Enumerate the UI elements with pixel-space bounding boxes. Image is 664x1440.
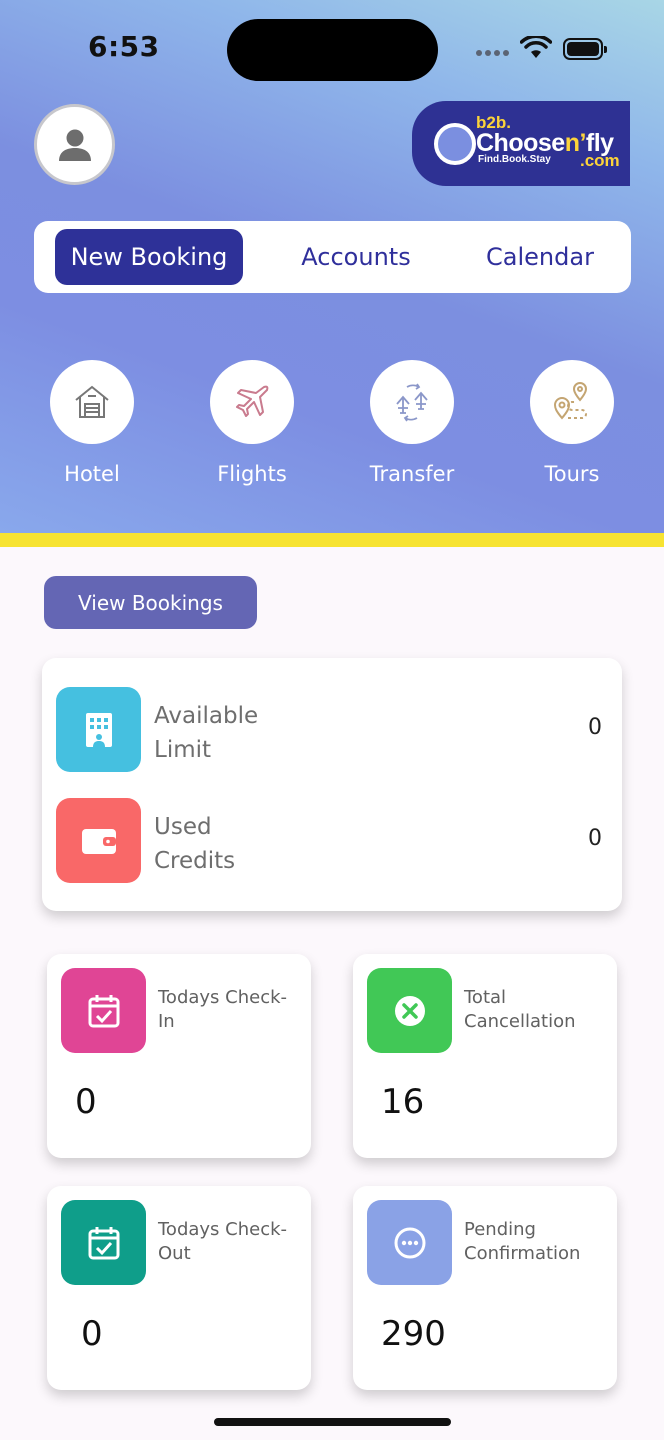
hotel-bubble [50,360,134,444]
service-tours[interactable]: Tours [530,360,614,486]
stat-card-todays-check-out[interactable]: Todays Check-Out 0 [47,1186,311,1390]
available-limit-icon-box [56,687,141,772]
available-limit-value: 0 [588,715,602,740]
calendar-check-icon [88,1226,119,1259]
tab-accounts[interactable]: Accounts [268,229,444,285]
logo-tagline: Find.Book.Stay [478,154,551,165]
stat-value: 0 [81,1314,103,1354]
check-in-icon-box [61,968,146,1053]
cellular-signal-icon [476,50,509,56]
tours-bubble [530,360,614,444]
wifi-icon [520,36,552,58]
service-label-tours: Tours [544,462,600,486]
service-flights[interactable]: Flights [210,360,294,486]
battery-icon [563,38,607,60]
logo-brand-prefix: Choose [476,129,565,157]
stat-label: Pending Confirmation [464,1219,581,1264]
brand-logo: b2b. Choosen’fly Find.Book.Stay .com [412,101,630,186]
status-time: 6:53 [88,30,160,63]
service-label-hotel: Hotel [64,462,120,486]
tab-bar: New Booking Accounts Calendar [34,221,631,293]
tab-calendar[interactable]: Calendar [454,229,626,285]
stat-card-todays-check-in[interactable]: Todays Check-In 0 [47,954,311,1158]
building-icon [85,712,112,747]
transfer-icon [396,383,428,422]
logo-circle [434,123,476,165]
airplane-icon [236,385,269,417]
cancel-circle-icon [394,995,425,1026]
available-limit-label: Available Limit [154,703,259,763]
stat-label: Todays Check-Out [158,1219,288,1264]
credit-limits-card: Available Limit 0 Used Credits 0 [42,658,622,911]
pending-icon-box [367,1200,452,1285]
tab-new-booking[interactable]: New Booking [55,229,243,285]
accent-strip [0,533,664,547]
map-pin-route-icon [553,382,588,420]
home-indicator[interactable] [214,1418,451,1426]
user-icon [58,129,91,161]
transfer-bubble [370,360,454,444]
view-bookings-button[interactable]: View Bookings [44,576,257,629]
service-label-flights: Flights [217,462,287,486]
check-out-icon-box [61,1200,146,1285]
wallet-icon [81,828,116,854]
flights-bubble [210,360,294,444]
dynamic-island [227,19,438,81]
used-credits-value: 0 [588,826,602,851]
profile-avatar[interactable] [34,104,115,185]
service-hotel[interactable]: Hotel [50,360,134,486]
cancellation-icon-box [367,968,452,1053]
used-credits-icon-box [56,798,141,883]
stat-label: Todays Check-In [158,987,288,1032]
stat-card-pending-confirmation[interactable]: Pending Confirmation 290 [353,1186,617,1390]
service-transfer[interactable]: Transfer [370,360,454,486]
available-limit-row: Available Limit 0 [56,687,616,772]
used-credits-row: Used Credits 0 [56,798,616,883]
service-label-transfer: Transfer [369,462,455,486]
calendar-check-icon [88,994,119,1027]
stat-label: Total Cancellation [464,987,576,1032]
stat-value: 290 [381,1314,446,1354]
stat-value: 0 [75,1082,97,1122]
used-credits-label: Used Credits [154,814,236,874]
stat-card-total-cancellation[interactable]: Total Cancellation 16 [353,954,617,1158]
more-circle-icon [394,1227,425,1258]
stat-value: 16 [381,1082,425,1122]
logo-com: .com [580,151,620,170]
hotel-icon [75,385,109,418]
